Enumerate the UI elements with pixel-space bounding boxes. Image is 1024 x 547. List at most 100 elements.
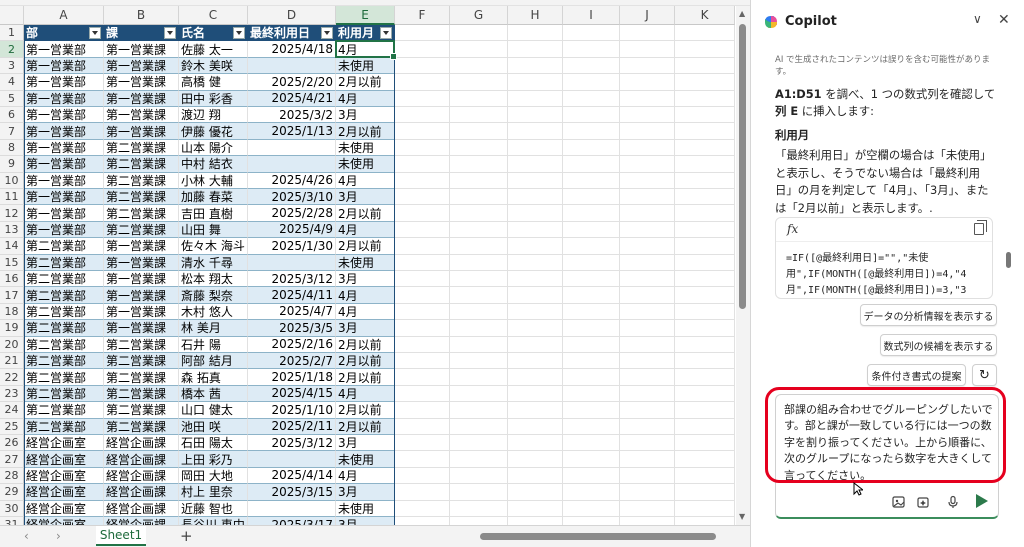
cell[interactable]: 2025/1/10 [248, 402, 336, 419]
cell[interactable] [450, 320, 508, 337]
cell[interactable]: 石井 陽 [179, 336, 248, 353]
row-header[interactable]: 31 [0, 517, 24, 525]
cell[interactable]: 第二営業課 [104, 353, 179, 370]
cell[interactable]: 第一営業課 [104, 254, 179, 271]
cell[interactable]: 石田 陽太 [179, 435, 248, 452]
cell[interactable]: 2025/3/5 [248, 320, 336, 337]
cell[interactable]: 近藤 智也 [179, 500, 248, 517]
cell[interactable] [620, 435, 675, 452]
cell[interactable] [563, 369, 620, 386]
cell[interactable] [675, 320, 735, 337]
row-header[interactable]: 26 [0, 435, 24, 452]
cell[interactable] [450, 435, 508, 452]
vertical-scrollbar[interactable]: ▲ ▼ [736, 6, 750, 525]
cell[interactable] [620, 385, 675, 403]
cell[interactable]: 2025/4/15 [248, 385, 336, 403]
cell[interactable] [508, 484, 563, 501]
cell[interactable]: 第二営業課 [104, 189, 179, 206]
cell[interactable] [450, 336, 508, 353]
cell[interactable] [395, 320, 450, 337]
cell[interactable]: 2025/4/26 [248, 172, 336, 189]
cell[interactable]: 清水 千尋 [179, 254, 248, 271]
cell[interactable] [675, 402, 735, 419]
column-header-d[interactable]: D [248, 6, 336, 25]
cell[interactable]: 第二営業部 [24, 353, 104, 370]
cell[interactable] [248, 57, 336, 75]
column-header-j[interactable]: J [620, 6, 675, 25]
row-header[interactable]: 14 [0, 238, 24, 255]
cell[interactable]: 2025/2/20 [248, 74, 336, 91]
row-header[interactable]: 2 [0, 41, 24, 58]
cell[interactable] [508, 41, 563, 58]
cell[interactable]: 第二営業課 [104, 156, 179, 173]
cell[interactable] [508, 320, 563, 337]
column-header-k[interactable]: K [675, 6, 735, 25]
cell[interactable] [675, 484, 735, 501]
cell[interactable] [620, 271, 675, 288]
row-header[interactable]: 12 [0, 205, 24, 222]
cell[interactable]: 2025/2/11 [248, 418, 336, 435]
cell[interactable] [620, 41, 675, 58]
cell[interactable] [395, 156, 450, 173]
cell[interactable] [675, 205, 735, 222]
row-header[interactable]: 6 [0, 107, 24, 124]
cell[interactable] [508, 123, 563, 140]
filter-dropdown-icon[interactable] [321, 26, 333, 39]
cell[interactable] [675, 500, 735, 517]
cell[interactable]: 第一営業部 [24, 156, 104, 173]
cell[interactable]: 第一営業課 [104, 271, 179, 288]
cell[interactable] [675, 254, 735, 271]
cell[interactable]: 長谷川 恵中 [179, 517, 248, 525]
cell[interactable]: 第一営業課 [104, 303, 179, 321]
cell[interactable] [508, 402, 563, 419]
cell[interactable] [563, 90, 620, 107]
cell[interactable] [620, 402, 675, 419]
cell[interactable]: 渡辺 翔 [179, 107, 248, 124]
cell[interactable]: 2025/4/14 [248, 467, 336, 485]
cell[interactable]: 経営企画室 [24, 517, 104, 525]
chevron-down-icon[interactable]: ∨ [973, 12, 982, 26]
cell[interactable] [675, 57, 735, 75]
cell[interactable] [395, 303, 450, 321]
cell[interactable]: 第二営業課 [104, 402, 179, 419]
cell[interactable]: 第一営業部 [24, 172, 104, 189]
cell[interactable]: 第二営業部 [24, 418, 104, 435]
column-header-f[interactable]: F [395, 6, 450, 25]
cell[interactable] [563, 484, 620, 501]
cell[interactable] [620, 74, 675, 91]
cell[interactable]: 第一営業部 [24, 107, 104, 124]
cell[interactable] [508, 139, 563, 157]
cell[interactable]: 木村 悠人 [179, 303, 248, 321]
cell[interactable] [395, 418, 450, 435]
cell[interactable] [675, 123, 735, 140]
cell[interactable]: 2025/3/12 [248, 271, 336, 288]
cell[interactable] [395, 123, 450, 140]
cell[interactable] [450, 500, 508, 517]
filter-dropdown-icon[interactable] [89, 26, 101, 39]
cell[interactable]: 未使用 [336, 500, 395, 517]
cell[interactable] [450, 303, 508, 321]
cell[interactable] [248, 156, 336, 173]
cell[interactable]: 2025/4/11 [248, 287, 336, 304]
cell[interactable] [450, 271, 508, 288]
column-header-a[interactable]: A [24, 6, 104, 25]
cell[interactable] [675, 303, 735, 321]
cell[interactable]: 第一営業部 [24, 205, 104, 222]
column-header-b[interactable]: B [104, 6, 179, 25]
cell[interactable]: 第二営業部 [24, 385, 104, 403]
cell[interactable]: 2月以前 [336, 336, 395, 353]
cell[interactable]: 第二営業部 [24, 254, 104, 271]
cell[interactable]: 2月以前 [336, 402, 395, 419]
cell[interactable]: 未使用 [336, 57, 395, 75]
cell[interactable] [620, 303, 675, 321]
cell[interactable] [450, 385, 508, 403]
cell[interactable] [620, 369, 675, 386]
cell[interactable] [620, 254, 675, 271]
cell[interactable]: 経営企画室 [24, 484, 104, 501]
cell[interactable] [248, 254, 336, 271]
cell[interactable] [395, 254, 450, 271]
cell[interactable]: 経営企画課 [104, 451, 179, 468]
cell[interactable]: 第一営業部 [24, 189, 104, 206]
cell[interactable]: 松本 翔太 [179, 271, 248, 288]
cell[interactable] [395, 205, 450, 222]
